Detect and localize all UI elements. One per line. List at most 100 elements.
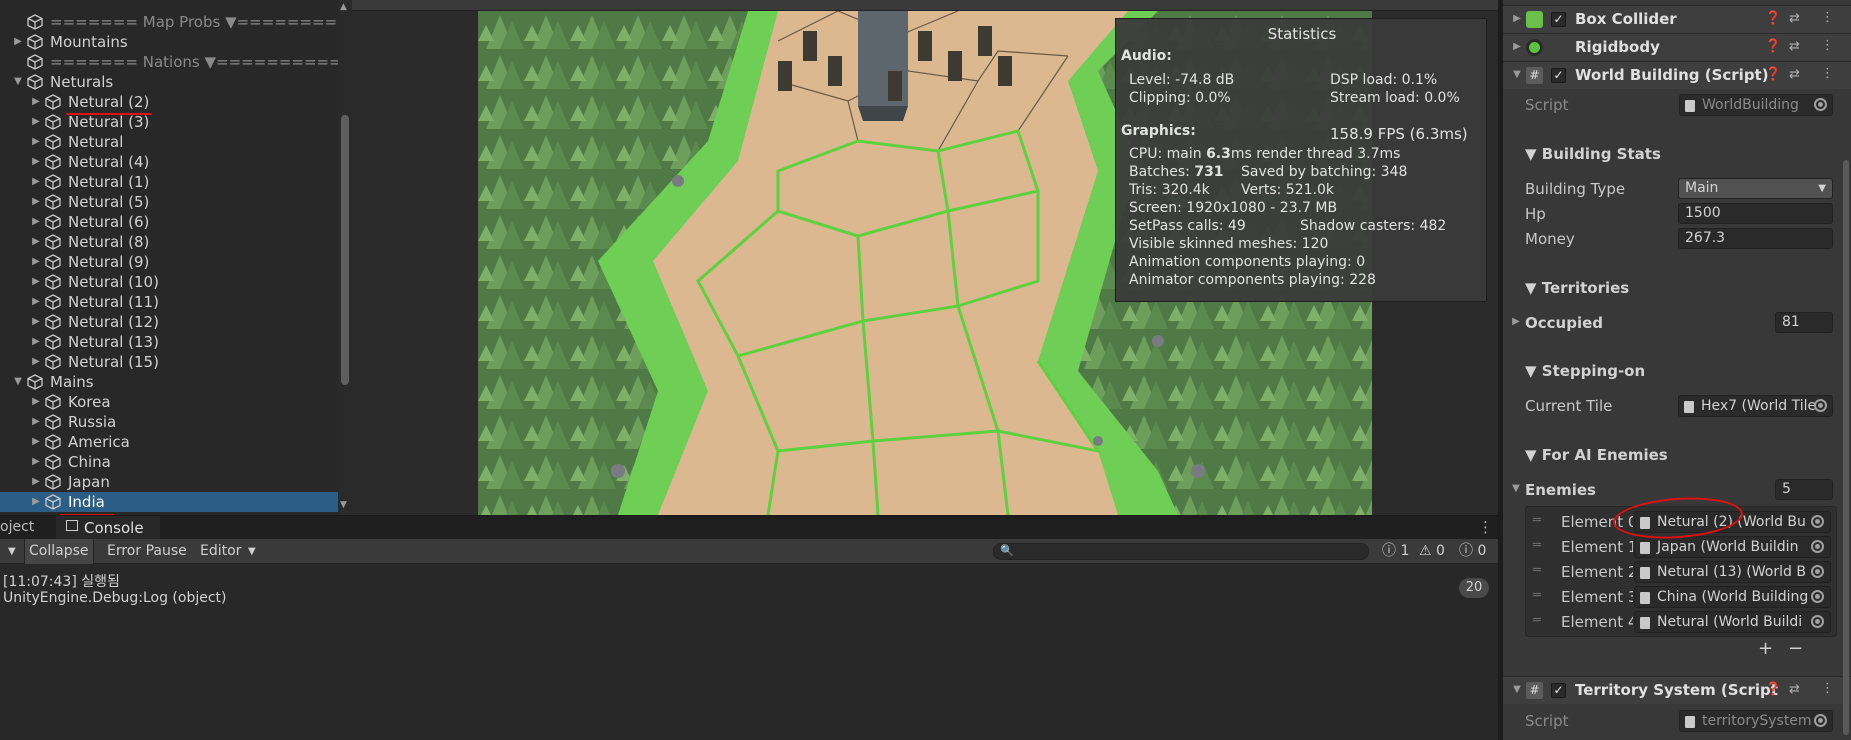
error-pause-button[interactable]: Error Pause	[103, 539, 191, 564]
scroll-up-icon[interactable]: ▲	[340, 2, 347, 12]
hierarchy-item[interactable]: ======= Nations ▼===========	[0, 52, 352, 72]
expand-arrow-icon[interactable]: ▶	[30, 112, 42, 132]
scroll-down-icon[interactable]: ▼	[340, 500, 347, 510]
expand-arrow-icon[interactable]: ▶	[30, 252, 42, 272]
clear-dropdown-arrow-icon[interactable]: ▼	[4, 539, 20, 564]
money-field[interactable]: 267.3	[1678, 228, 1833, 249]
scrollbar-thumb[interactable]	[341, 115, 349, 385]
collapse-arrow-icon[interactable]: ▼	[1511, 69, 1523, 80]
object-picker-icon[interactable]	[1811, 540, 1824, 553]
hierarchy-item[interactable]: ▶ Netural (10)	[0, 272, 340, 292]
expand-arrow-icon[interactable]: ▶	[30, 392, 42, 412]
hierarchy-item[interactable]: ▶ Netural (9)	[0, 252, 340, 272]
expand-arrow-icon[interactable]: ▶	[30, 272, 42, 292]
drag-handle-icon[interactable]: ═	[1533, 513, 1541, 528]
help-icon[interactable]: ❓	[1765, 682, 1781, 697]
drag-handle-icon[interactable]: ═	[1533, 588, 1541, 603]
hierarchy-item[interactable]: ▶ India	[0, 492, 340, 512]
expand-arrow-icon[interactable]: ▶	[30, 212, 42, 232]
hierarchy-item[interactable]: ▶ Korea	[0, 392, 340, 412]
object-picker-icon[interactable]	[1811, 565, 1824, 578]
preset-icon[interactable]: ⇄	[1789, 39, 1800, 54]
expand-arrow-icon[interactable]: ▶	[30, 92, 42, 112]
object-picker-icon[interactable]	[1811, 515, 1824, 528]
expand-arrow-icon[interactable]: ▶	[30, 132, 42, 152]
expand-arrow-icon[interactable]: ▶	[1511, 13, 1523, 24]
building-stats-header[interactable]: ▼ Building Stats	[1525, 145, 1661, 163]
tab-console[interactable]: Console	[56, 516, 160, 539]
hierarchy-item[interactable]: ▶ Netural (12)	[0, 312, 340, 332]
occupied-count-field[interactable]: 81	[1775, 312, 1833, 333]
hierarchy-item[interactable]: ======= Map Probs ▼==========	[0, 12, 352, 32]
help-icon[interactable]: ❓	[1765, 67, 1781, 82]
hierarchy-item[interactable]: ▶ Netural	[0, 132, 340, 152]
editor-button[interactable]: Editor	[196, 539, 245, 564]
element-object-field[interactable]: China (World Building	[1634, 586, 1831, 608]
current-tile-field[interactable]: Hex7 (World Tile	[1678, 395, 1833, 417]
stepping-on-header[interactable]: ▼ Stepping-on	[1525, 362, 1645, 380]
expand-arrow-icon[interactable]: ▶	[12, 32, 24, 52]
object-picker-icon[interactable]	[1811, 615, 1824, 628]
expand-arrow-icon[interactable]: ▶	[30, 412, 42, 432]
hierarchy-item[interactable]: ▶ Netural (1)	[0, 172, 340, 192]
expand-arrow-icon[interactable]: ▶	[30, 292, 42, 312]
hierarchy-item[interactable]: ▶ Netural (8)	[0, 232, 340, 252]
log-entry[interactable]: [11:07:43] 실행됨 UnityEngine.Debug:Log (ob…	[0, 569, 1498, 609]
preset-icon[interactable]: ⇄	[1789, 11, 1800, 26]
more-icon[interactable]: ⋮	[1821, 681, 1834, 696]
expand-arrow-icon[interactable]: ▶	[30, 172, 42, 192]
enemies-label[interactable]: Enemies	[1525, 481, 1596, 499]
element-object-field[interactable]: Japan (World Buildin	[1634, 536, 1831, 558]
expand-arrow-icon[interactable]: ▶	[30, 312, 42, 332]
hierarchy-item[interactable]: ▶ Netural (4)	[0, 152, 340, 172]
add-element-button[interactable]: +	[1758, 638, 1773, 659]
world-building-checkbox[interactable]: ✓	[1551, 68, 1566, 83]
expand-arrow-icon[interactable]: ▶	[30, 332, 42, 352]
rigidbody-header[interactable]: ▶ Rigidbody ❓ ⇄ ⋮	[1503, 33, 1851, 61]
drag-handle-icon[interactable]: ═	[1533, 538, 1541, 553]
inspector-scrollbar[interactable]	[1843, 160, 1849, 735]
expand-arrow-icon[interactable]: ▶	[30, 492, 42, 512]
collapse-arrow-icon[interactable]: ▼	[12, 72, 24, 92]
expand-arrow-icon[interactable]: ▶	[30, 432, 42, 452]
territory-system-checkbox[interactable]: ✓	[1551, 683, 1566, 698]
hierarchy-scrollbar[interactable]: ▲ ▼	[338, 0, 352, 515]
preset-icon[interactable]: ⇄	[1789, 67, 1800, 82]
hierarchy-item[interactable]: ▶ Netural (15)	[0, 352, 340, 372]
error-count-toggle[interactable]: ⓘ 0	[1455, 539, 1490, 564]
log-count-toggle[interactable]: ⓘ 1	[1378, 539, 1413, 564]
object-picker-icon[interactable]	[1811, 590, 1824, 603]
hp-field[interactable]: 1500	[1678, 203, 1833, 224]
expand-arrow-icon[interactable]: ▶	[30, 192, 42, 212]
hierarchy-item[interactable]: ▶ Netural (13)	[0, 332, 340, 352]
for-ai-header[interactable]: ▼ For AI Enemies	[1525, 446, 1668, 464]
hierarchy-item[interactable]: ▶ America	[0, 432, 340, 452]
object-picker-icon[interactable]	[1814, 98, 1827, 111]
element-object-field[interactable]: Netural (13) (World B	[1634, 561, 1831, 583]
expand-arrow-icon[interactable]: ▶	[30, 352, 42, 372]
occupied-label[interactable]: Occupied	[1525, 314, 1603, 332]
box-collider-header[interactable]: ▶ ✓ Box Collider ❓ ⇄ ⋮	[1503, 5, 1851, 33]
world-building-header[interactable]: ▼ # ✓ World Building (Script) ❓ ⇄ ⋮	[1503, 61, 1851, 89]
expand-arrow-icon[interactable]: ▶	[30, 472, 42, 492]
expand-arrow-icon[interactable]: ▶	[30, 452, 42, 472]
remove-element-button[interactable]: −	[1788, 638, 1803, 659]
enemies-count-field[interactable]: 5	[1775, 479, 1833, 500]
collapse-arrow-icon[interactable]: ▼	[1511, 684, 1523, 695]
expand-arrow-icon[interactable]: ▶	[1511, 41, 1523, 52]
object-picker-icon[interactable]	[1814, 399, 1827, 412]
collapse-arrow-icon[interactable]: ▼	[1510, 483, 1522, 494]
more-icon[interactable]: ⋮	[1821, 38, 1834, 53]
drag-handle-icon[interactable]: ═	[1533, 563, 1541, 578]
territories-header[interactable]: ▼ Territories	[1525, 279, 1629, 297]
object-picker-icon[interactable]	[1814, 714, 1827, 727]
console-search-input[interactable]: 🔍	[993, 543, 1369, 560]
preset-icon[interactable]: ⇄	[1789, 682, 1800, 697]
warning-count-toggle[interactable]: ⚠ 0	[1415, 539, 1449, 564]
drag-handle-icon[interactable]: ═	[1533, 613, 1541, 628]
hierarchy-item[interactable]: ▶ Japan	[0, 472, 340, 492]
help-icon[interactable]: ❓	[1765, 11, 1781, 26]
hierarchy-item[interactable]: ▶ Netural (11)	[0, 292, 340, 312]
box-collider-checkbox[interactable]: ✓	[1551, 12, 1566, 27]
expand-arrow-icon[interactable]: ▶	[1510, 316, 1522, 327]
